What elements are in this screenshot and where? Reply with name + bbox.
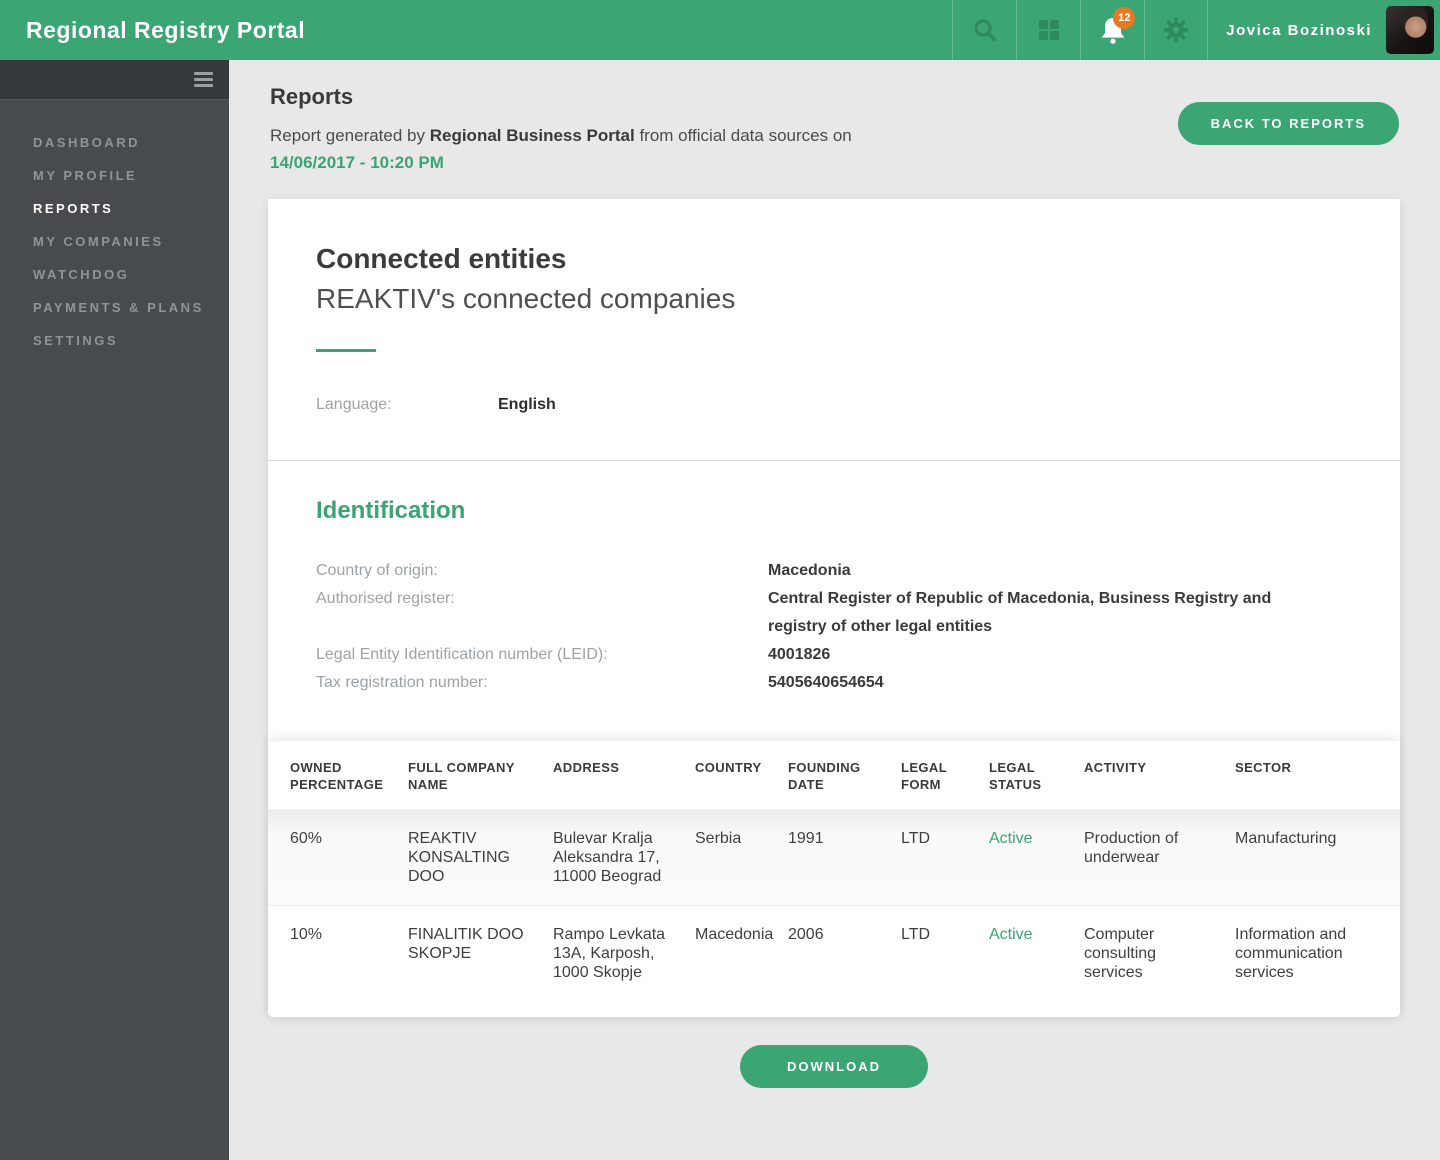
cell-owned-percentage: 10%: [290, 926, 323, 943]
table-row: 60% REAKTIV KONSALTING DOO Bulevar Kralj…: [268, 809, 1400, 905]
report-title-section: Connected entities REAKTIV's connected c…: [268, 199, 1400, 460]
column-header-legal-form: LEGAL FORM: [901, 760, 947, 792]
apps-button[interactable]: [1016, 0, 1080, 60]
report-section-title: Connected entities: [316, 243, 567, 274]
field-value: Central Register of Republic of Macedoni…: [768, 590, 1272, 635]
apps-grid-icon: [1038, 20, 1059, 40]
cell-legal-status: Active: [989, 926, 1033, 943]
field-tax-number: Tax registration number: 5405640654654: [316, 669, 1352, 697]
cell-founding-date: 1991: [788, 830, 824, 847]
notifications-button[interactable]: 12: [1080, 0, 1144, 60]
sidebar-item-reports[interactable]: REPORTS: [0, 192, 229, 225]
identification-section: Identification Country of origin: Macedo…: [268, 461, 1400, 741]
back-to-reports-button[interactable]: BACK TO REPORTS: [1177, 102, 1399, 145]
column-header-owned-percentage: OWNED PERCENTAGE: [290, 760, 384, 792]
cell-country: Serbia: [695, 830, 742, 847]
language-row: Language: English: [316, 396, 1352, 414]
field-country-of-origin: Country of origin: Macedonia: [316, 557, 1352, 585]
cell-legal-form: LTD: [901, 926, 931, 943]
notification-badge: 12: [1113, 7, 1136, 29]
sidebar-item-payments-plans[interactable]: PAYMENTS & PLANS: [0, 291, 229, 324]
accent-underline: [316, 349, 376, 352]
app-header: Regional Registry Portal 12 Jovica Bozin…: [0, 0, 1440, 60]
field-authorised-register: Authorised register: Central Register of…: [316, 585, 1352, 641]
report-generated-text: Report generated by Regional Business Po…: [270, 126, 852, 172]
report-date: 14/06/2017 - 10:20 PM: [270, 153, 444, 172]
sidebar-menu: DASHBOARD MY PROFILE REPORTS MY COMPANIE…: [0, 100, 229, 357]
cell-legal-status: Active: [989, 830, 1033, 847]
cell-owned-percentage: 60%: [290, 830, 323, 847]
cell-country: Macedonia: [695, 926, 774, 943]
search-button[interactable]: [952, 0, 1016, 60]
cell-address: Bulevar Kralja Aleksandra 17, 11000 Beog…: [553, 830, 662, 885]
table-header-row: OWNED PERCENTAGE FULL COMPANY NAME ADDRE…: [268, 741, 1400, 809]
field-label: Legal Entity Identification number (LEID…: [316, 646, 608, 663]
cell-full-company-name: FINALITIK DOO SKOPJE: [408, 926, 524, 962]
field-value: Macedonia: [768, 562, 851, 579]
cell-activity: Production of underwear: [1084, 830, 1179, 866]
portal-name: Regional Business Portal: [429, 126, 635, 145]
connected-entities-table: OWNED PERCENTAGE FULL COMPANY NAME ADDRE…: [268, 741, 1400, 1017]
field-leid: Legal Entity Identification number (LEID…: [316, 641, 1352, 669]
report-card: Connected entities REAKTIV's connected c…: [268, 199, 1400, 1017]
column-header-full-company-name: FULL COMPANY NAME: [408, 760, 515, 792]
field-value: 5405640654654: [768, 674, 884, 691]
sidebar-header: [0, 60, 229, 100]
report-section-subtitle: REAKTIV's connected companies: [316, 283, 736, 314]
main-content: Reports Report generated by Regional Bus…: [229, 60, 1440, 1160]
user-avatar[interactable]: [1386, 6, 1434, 54]
column-header-activity: ACTIVITY: [1084, 760, 1147, 775]
identification-title: Identification: [316, 497, 466, 524]
field-label: Tax registration number:: [316, 674, 488, 691]
cell-activity: Computer consulting services: [1084, 926, 1157, 981]
sidebar-item-settings[interactable]: SETTINGS: [0, 324, 229, 357]
column-header-sector: SECTOR: [1235, 760, 1292, 775]
cell-legal-form: LTD: [901, 830, 931, 847]
field-value: 4001826: [768, 646, 831, 663]
cell-address: Rampo Levkata 13A, Karposh, 1000 Skopje: [553, 926, 666, 981]
app-title: Regional Registry Portal: [26, 16, 306, 43]
cell-founding-date: 2006: [788, 926, 824, 943]
sidebar-item-my-profile[interactable]: MY PROFILE: [0, 159, 229, 192]
field-label: Authorised register:: [316, 590, 455, 607]
column-header-founding-date: FOUNDING DATE: [788, 760, 861, 792]
user-name[interactable]: Jovica Bozinoski: [1208, 22, 1386, 39]
download-button[interactable]: DOWNLOAD: [740, 1045, 928, 1088]
column-header-address: ADDRESS: [553, 760, 620, 775]
column-header-legal-status: LEGAL STATUS: [989, 760, 1042, 792]
menu-toggle-icon[interactable]: [194, 69, 213, 90]
sidebar-item-my-companies[interactable]: MY COMPANIES: [0, 225, 229, 258]
table-row: 10% FINALITIK DOO SKOPJE Rampo Levkata 1…: [268, 905, 1400, 1017]
search-icon: [974, 19, 997, 42]
column-header-country: COUNTRY: [695, 760, 762, 775]
cell-sector: Manufacturing: [1235, 830, 1337, 847]
sidebar-item-watchdog[interactable]: WATCHDOG: [0, 258, 229, 291]
download-section: DOWNLOAD: [268, 1045, 1400, 1088]
settings-gear-icon: [1163, 17, 1189, 43]
cell-sector: Information and communication services: [1235, 926, 1347, 981]
language-label: Language:: [316, 396, 392, 413]
cell-full-company-name: REAKTIV KONSALTING DOO: [408, 830, 510, 885]
settings-button[interactable]: [1144, 0, 1209, 60]
field-label: Country of origin:: [316, 562, 438, 579]
sidebar: DASHBOARD MY PROFILE REPORTS MY COMPANIE…: [0, 60, 229, 1160]
sidebar-item-dashboard[interactable]: DASHBOARD: [0, 126, 229, 159]
page-header: Reports Report generated by Regional Bus…: [229, 60, 1440, 176]
language-value: English: [498, 396, 556, 413]
